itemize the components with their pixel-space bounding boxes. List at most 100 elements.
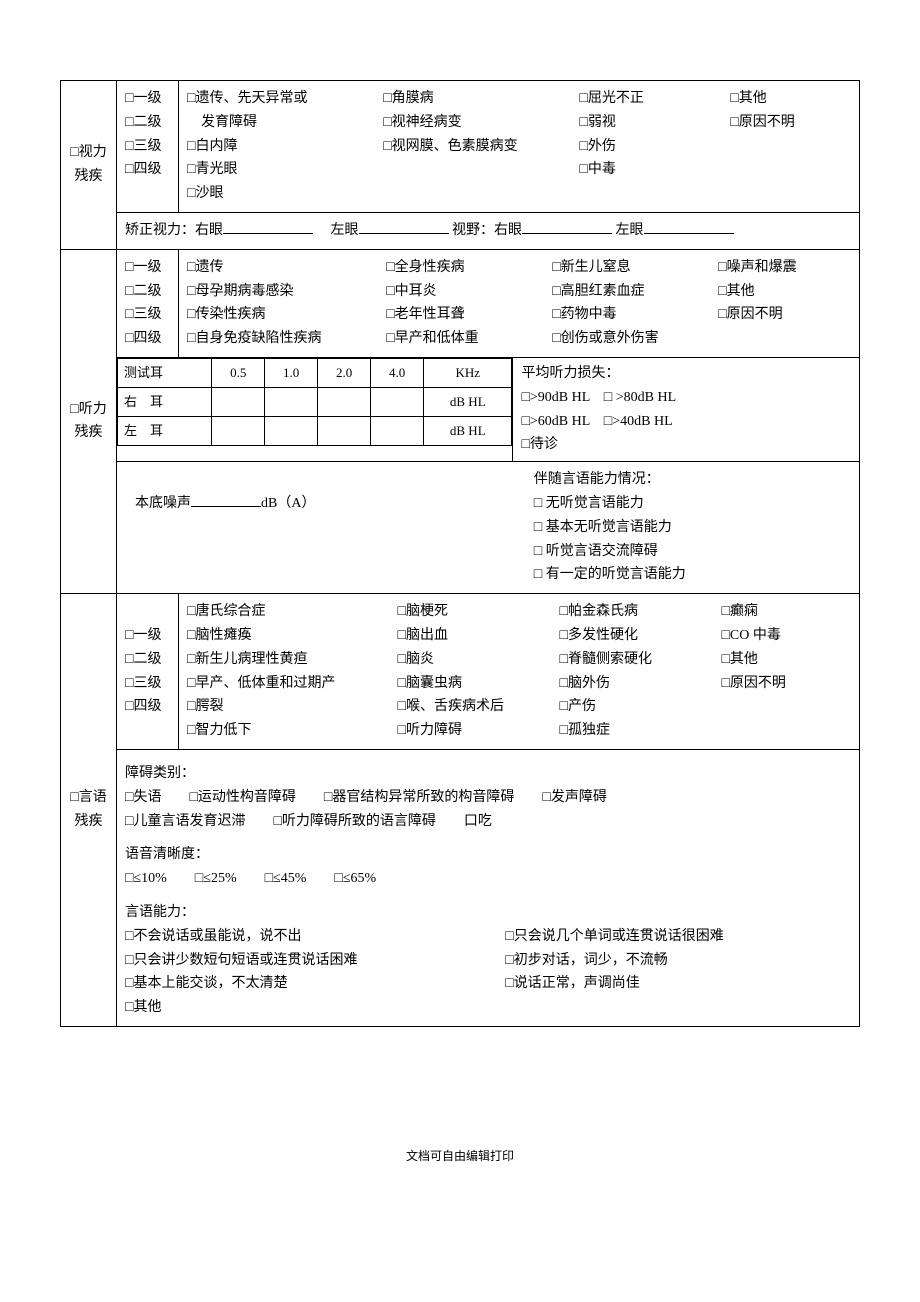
pending-diag[interactable]: □待诊 — [521, 433, 851, 457]
speech-cause[interactable]: □癫痫 — [721, 600, 851, 624]
vision-level-3[interactable]: □三级 — [125, 135, 170, 159]
l-05-input[interactable] — [212, 417, 265, 446]
ability-opt[interactable]: □其他 — [125, 996, 505, 1020]
speech-cause[interactable]: □孤独症 — [559, 719, 721, 743]
hearing-cause[interactable]: □传染性疾病 — [187, 303, 386, 327]
speech-cause[interactable]: □其他 — [721, 648, 851, 672]
vision-cause[interactable]: □原因不明 — [730, 111, 851, 135]
avg-loss-opts-2[interactable]: □>60dB HL □>40dB HL — [521, 410, 851, 434]
vision-cause[interactable]: □遗传、先天异常或 — [187, 87, 383, 111]
ability-opt[interactable]: □只会说几个单词或连贯说话很困难 — [505, 925, 851, 949]
speech-cause[interactable]: □智力低下 — [187, 719, 398, 743]
hearing-cause[interactable]: □中耳炎 — [386, 280, 552, 304]
hearing-cause[interactable]: □噪声和爆震 — [718, 256, 851, 280]
vision-level-1[interactable]: □一级 — [125, 87, 170, 111]
clarity-opts[interactable]: □≤10% □≤25% □≤45% □≤65% — [125, 867, 851, 891]
speech-cause[interactable]: □腭裂 — [187, 695, 398, 719]
hearing-cause[interactable]: □母孕期病毒感染 — [187, 280, 386, 304]
speech-cause[interactable]: □新生儿病理性黄疸 — [187, 648, 398, 672]
right-eye-acuity-input[interactable] — [223, 220, 313, 234]
barrier-line2[interactable]: □儿童言语发育迟滞 □听力障碍所致的语言障碍 口吃 — [125, 810, 851, 834]
vision-label-l1: □视力 — [70, 145, 106, 160]
vision-cause[interactable]: □角膜病 — [383, 87, 579, 111]
hearing-level-3[interactable]: □三级 — [125, 303, 170, 327]
vision-cause[interactable]: □青光眼 — [187, 158, 383, 182]
lang-opt[interactable]: □ 无听觉言语能力 — [534, 492, 851, 516]
barrier-line1[interactable]: □失语 □运动性构音障碍 □器官结构异常所致的构音障碍 □发声障碍 — [125, 786, 851, 810]
speech-cause[interactable]: □脑炎 — [398, 648, 560, 672]
hearing-cause[interactable]: □药物中毒 — [552, 303, 718, 327]
r-10-input[interactable] — [265, 388, 318, 417]
right-eye-field-input[interactable] — [522, 220, 612, 234]
speech-cause[interactable]: □CO 中毒 — [721, 624, 851, 648]
hearing-cause[interactable]: □早产和低体重 — [386, 327, 552, 351]
vision-cause[interactable]: □视神经病变 — [383, 111, 579, 135]
hearing-level-1[interactable]: □一级 — [125, 256, 170, 280]
speech-level-2[interactable]: □二级 — [125, 648, 170, 672]
hearing-cause[interactable]: □原因不明 — [718, 303, 851, 327]
vision-label-l2: 残疾 — [75, 169, 103, 184]
vision-cause[interactable]: □屈光不正 — [579, 87, 730, 111]
left-ear-row: 左 耳 — [118, 417, 212, 446]
lang-opt[interactable]: □ 基本无听觉言语能力 — [534, 516, 851, 540]
ability-opt[interactable]: □不会说话或虽能说，说不出 — [125, 925, 505, 949]
lang-opt[interactable]: □ 听觉言语交流障碍 — [534, 540, 851, 564]
speech-cause[interactable]: □脑性瘫痪 — [187, 624, 398, 648]
speech-cause[interactable]: □喉、舌疾病术后 — [398, 695, 560, 719]
noise-input[interactable] — [191, 493, 261, 507]
hearing-cause[interactable]: □其他 — [718, 280, 851, 304]
r-40-input[interactable] — [371, 388, 424, 417]
vision-cause[interactable]: □沙眼 — [187, 182, 383, 206]
speech-cause[interactable]: □脑梗死 — [398, 600, 560, 624]
avg-loss-opts-1[interactable]: □>90dB HL □ >80dB HL — [521, 386, 851, 410]
vision-level-2[interactable]: □二级 — [125, 111, 170, 135]
hearing-cause[interactable]: □老年性耳聋 — [386, 303, 552, 327]
r-20-input[interactable] — [318, 388, 371, 417]
speech-cause[interactable]: □脑出血 — [398, 624, 560, 648]
speech-level-4[interactable]: □四级 — [125, 695, 170, 719]
vision-cause[interactable]: □其他 — [730, 87, 851, 111]
left-eye-label2: 左眼 — [616, 223, 644, 238]
lang-opt[interactable]: □ 有一定的听觉言语能力 — [534, 563, 851, 587]
hearing-cause[interactable]: □自身免疫缺陷性疾病 — [187, 327, 386, 351]
left-eye-acuity-input[interactable] — [359, 220, 449, 234]
ability-opt[interactable]: □初步对话，词少，不流畅 — [505, 949, 851, 973]
hearing-cause[interactable]: □新生儿窒息 — [552, 256, 718, 280]
vision-cause[interactable]: □弱视 — [579, 111, 730, 135]
left-eye-field-input[interactable] — [644, 220, 734, 234]
hearing-level-4[interactable]: □四级 — [125, 327, 170, 351]
vision-cause[interactable]: □外伤 — [579, 135, 730, 159]
speech-cause[interactable]: □脑囊虫病 — [398, 672, 560, 696]
speech-cause[interactable]: □脊髓侧索硬化 — [559, 648, 721, 672]
ability-opt[interactable]: □只会讲少数短句短语或连贯说话困难 — [125, 949, 505, 973]
lang-ability-title: 伴随言语能力情况： — [534, 468, 851, 492]
vision-cause[interactable]: □中毒 — [579, 158, 730, 182]
speech-cause[interactable]: □帕金森氏病 — [559, 600, 721, 624]
freq-20: 2.0 — [318, 358, 371, 387]
l-40-input[interactable] — [371, 417, 424, 446]
speech-level-3[interactable]: □三级 — [125, 672, 170, 696]
vision-cause[interactable]: □视网膜、色素膜病变 — [383, 135, 579, 159]
vision-level-4[interactable]: □四级 — [125, 158, 170, 182]
l-10-input[interactable] — [265, 417, 318, 446]
ability-title: 言语能力： — [125, 901, 851, 925]
speech-cause[interactable]: □早产、低体重和过期产 — [187, 672, 398, 696]
speech-cause[interactable]: □听力障碍 — [398, 719, 560, 743]
l-20-input[interactable] — [318, 417, 371, 446]
r-05-input[interactable] — [212, 388, 265, 417]
vision-correction-row: 矫正视力：右眼 左眼 视野：右眼 左眼 — [117, 212, 860, 249]
speech-level-1[interactable]: □一级 — [125, 624, 170, 648]
hearing-level-2[interactable]: □二级 — [125, 280, 170, 304]
hearing-cause[interactable]: □创伤或意外伤害 — [552, 327, 718, 351]
speech-cause[interactable]: □原因不明 — [721, 672, 851, 696]
hearing-cause[interactable]: □高胆红素血症 — [552, 280, 718, 304]
speech-cause[interactable]: □产伤 — [559, 695, 721, 719]
hearing-cause[interactable]: □全身性疾病 — [386, 256, 552, 280]
hearing-cause[interactable]: □遗传 — [187, 256, 386, 280]
speech-cause[interactable]: □多发性硬化 — [559, 624, 721, 648]
ability-opt[interactable]: □基本上能交谈，不太清楚 — [125, 972, 505, 996]
speech-cause[interactable]: □唐氏综合症 — [187, 600, 398, 624]
speech-cause[interactable]: □脑外伤 — [559, 672, 721, 696]
vision-cause[interactable]: □白内障 — [187, 135, 383, 159]
ability-opt[interactable]: □说话正常，声调尚佳 — [505, 972, 851, 996]
